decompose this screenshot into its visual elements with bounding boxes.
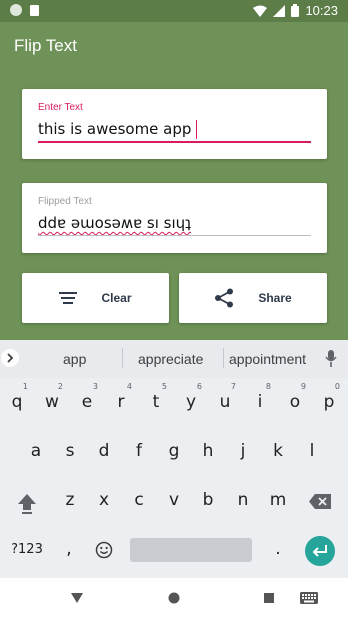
key-v[interactable]: v [157, 490, 191, 510]
symbols-key[interactable]: ?123 [3, 542, 51, 557]
suggestion-divider [223, 348, 224, 368]
share-button-label: Share [258, 291, 292, 305]
output-field[interactable]: ddɐ ǝɯosǝʍɐ sı sıɥʇ [38, 214, 191, 232]
input-underline [38, 141, 311, 143]
shift-icon[interactable] [17, 493, 37, 515]
signal-icon [273, 4, 286, 17]
status-bar: 10:23 [0, 0, 348, 22]
key-j[interactable]: j [226, 441, 260, 461]
emoji-icon[interactable] [95, 541, 113, 559]
share-button[interactable]: Share [179, 273, 327, 323]
key-g[interactable]: g [157, 441, 191, 461]
output-card: Flipped Text ddɐ ǝɯosǝʍɐ sı sıɥʇ [22, 183, 327, 253]
enter-key[interactable] [305, 536, 335, 566]
key-o[interactable]: o9 [278, 382, 312, 412]
app-bar: Flip Text [0, 22, 348, 70]
circle-icon [10, 4, 22, 16]
suggestion-1[interactable]: app [63, 351, 86, 367]
back-icon[interactable] [71, 593, 83, 603]
suggestion-bar: app appreciate appointment [0, 340, 348, 378]
mic-icon[interactable] [325, 350, 337, 367]
recents-icon[interactable] [264, 593, 274, 603]
key-r[interactable]: r4 [104, 382, 138, 412]
key-e[interactable]: e3 [70, 382, 104, 412]
key-s[interactable]: s [53, 441, 87, 461]
key-c[interactable]: c [122, 490, 156, 510]
wifi-icon [253, 5, 268, 17]
key-f[interactable]: f [122, 441, 156, 461]
key-k[interactable]: k [261, 441, 295, 461]
text-cursor [196, 120, 197, 139]
key-t[interactable]: t5 [139, 382, 173, 412]
key-h[interactable]: h [191, 441, 225, 461]
battery-icon [291, 4, 300, 17]
backspace-icon[interactable] [309, 494, 331, 509]
clear-icon [59, 292, 78, 304]
key-u[interactable]: u7 [208, 382, 242, 412]
input-card: Enter Text this is awesome app [22, 89, 327, 159]
key-p[interactable]: p0 [312, 382, 346, 412]
key-comma[interactable]: , [52, 539, 86, 559]
navigation-bar [0, 578, 348, 619]
suggestion-3[interactable]: appointment [229, 351, 306, 367]
sd-card-icon [30, 4, 39, 16]
enter-icon [312, 545, 327, 557]
output-underline [38, 235, 311, 236]
input-label: Enter Text [38, 102, 83, 113]
chevron-right-icon[interactable] [1, 349, 19, 367]
key-i[interactable]: i8 [243, 382, 277, 412]
app-title: Flip Text [14, 36, 77, 55]
key-l[interactable]: l [295, 441, 329, 461]
key-n[interactable]: n [226, 490, 260, 510]
key-w[interactable]: w2 [35, 382, 69, 412]
key-b[interactable]: b [191, 490, 225, 510]
home-icon[interactable] [168, 592, 180, 604]
key-d[interactable]: d [87, 441, 121, 461]
key-y[interactable]: y6 [174, 382, 208, 412]
suggestion-divider [122, 348, 123, 368]
space-key[interactable] [130, 538, 252, 562]
clear-button-label: Clear [101, 291, 132, 305]
suggestion-2[interactable]: appreciate [138, 351, 203, 367]
key-m[interactable]: m [261, 490, 295, 510]
clear-button[interactable]: Clear [22, 273, 169, 323]
key-z[interactable]: z [53, 490, 87, 510]
output-label: Flipped Text [38, 196, 92, 207]
clock: 10:23 [305, 3, 338, 18]
share-icon [215, 288, 234, 308]
key-a[interactable]: a [19, 441, 53, 461]
input-field[interactable]: this is awesome app [38, 120, 191, 138]
keyboard-switch-icon[interactable] [300, 592, 318, 604]
key-x[interactable]: x [87, 490, 121, 510]
key-q[interactable]: q1 [0, 382, 34, 412]
key-period[interactable]: . [261, 539, 295, 559]
soft-keyboard: app appreciate appointment q1 w2 e3 r4 t… [0, 340, 348, 578]
